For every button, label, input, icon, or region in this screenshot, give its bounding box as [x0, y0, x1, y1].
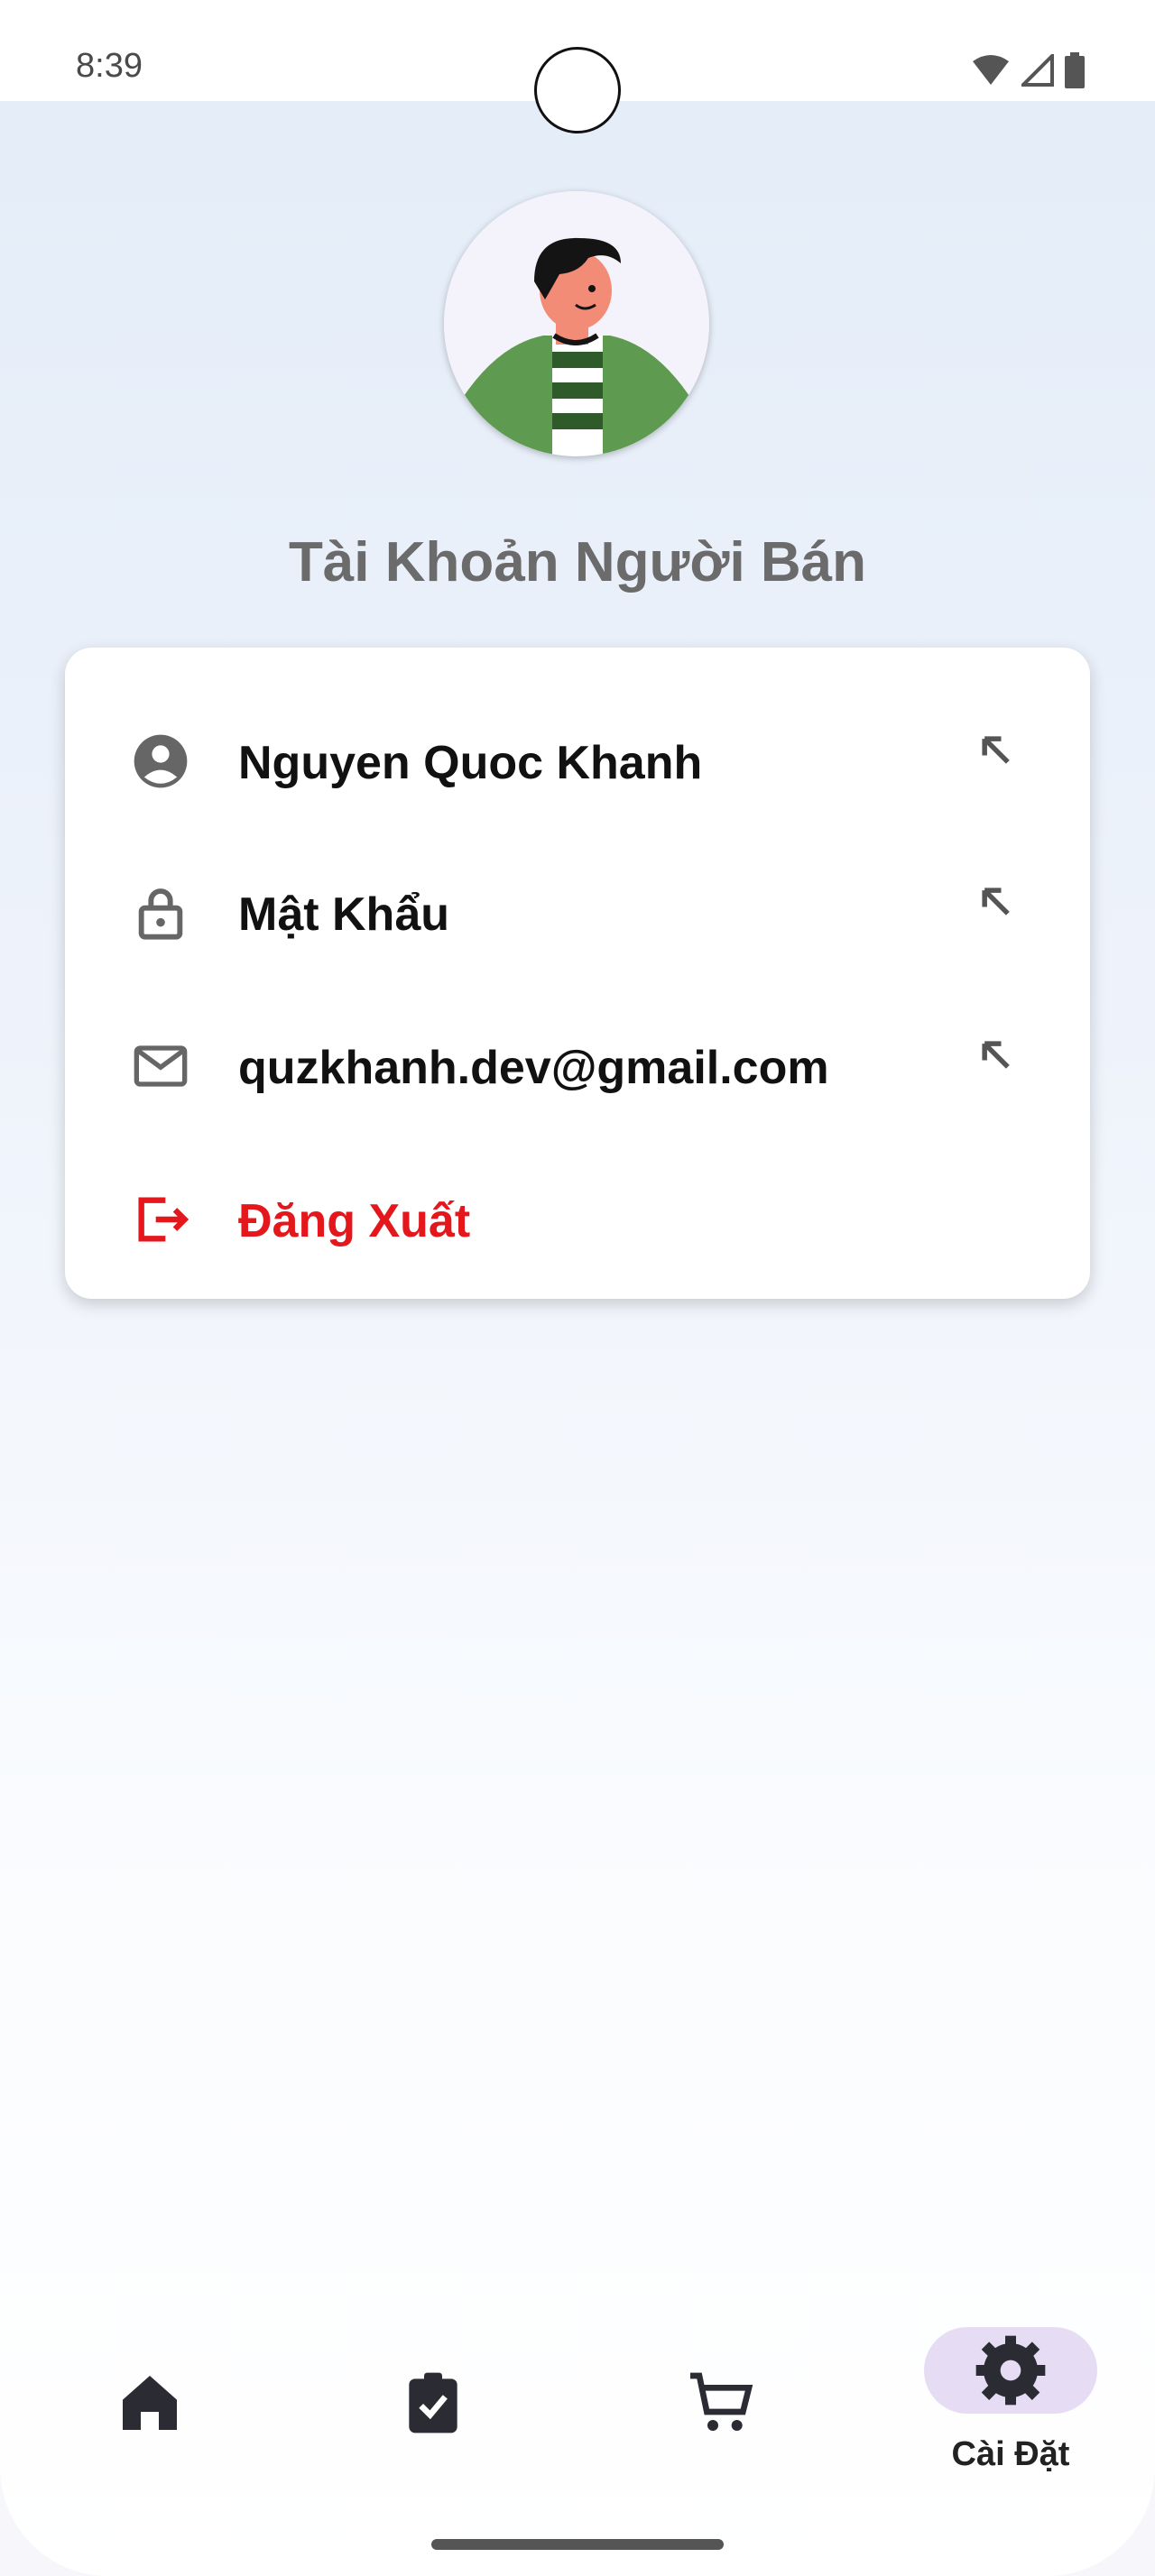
account-circle-icon — [134, 734, 188, 788]
wifi-icon — [973, 55, 1009, 85]
logout-icon — [138, 1197, 189, 1242]
home-indicator[interactable] — [431, 2539, 724, 2550]
gear-icon[interactable] — [975, 2334, 1047, 2406]
logout-label: Đăng Xuất — [238, 1195, 471, 1247]
logout-button[interactable]: Đăng Xuất — [65, 1155, 1090, 1281]
screen-background: 8:39 Tài Khoản Người Bán Nguyen Quoc Kha… — [0, 0, 1155, 2576]
bottom-navigation: Cài Đặt — [0, 2291, 1155, 2507]
cart-icon[interactable] — [686, 2367, 758, 2439]
status-icons — [971, 52, 1085, 88]
camera-cutout — [534, 47, 621, 133]
lock-icon — [138, 888, 183, 940]
status-bar: 8:39 — [0, 0, 1155, 133]
clipboard-check-icon[interactable] — [397, 2367, 469, 2439]
account-menu-card: Nguyen Quoc Khanh Mật Khẩu quzkhanh.dev@… — [65, 648, 1090, 1299]
arrow-up-left-icon[interactable] — [976, 1035, 1016, 1075]
home-icon[interactable] — [114, 2367, 186, 2439]
avatar-illustration — [444, 191, 709, 456]
signal-icon — [1021, 54, 1054, 87]
menu-item-email[interactable]: quzkhanh.dev@gmail.com — [65, 1001, 1090, 1127]
avatar[interactable] — [444, 191, 709, 456]
page-title: Tài Khoản Người Bán — [288, 531, 867, 593]
nav-label-settings: Cài Đặt — [951, 2435, 1070, 2473]
menu-item-label: quzkhanh.dev@gmail.com — [238, 1042, 829, 1094]
menu-item-password[interactable]: Mật Khẩu — [65, 848, 1090, 974]
arrow-up-left-icon[interactable] — [976, 731, 1016, 770]
menu-item-name[interactable]: Nguyen Quoc Khanh — [65, 696, 1090, 823]
status-time: 8:39 — [76, 47, 143, 85]
mail-icon — [134, 1045, 188, 1087]
menu-item-label: Nguyen Quoc Khanh — [238, 737, 703, 789]
menu-item-label: Mật Khẩu — [238, 888, 449, 941]
arrow-up-left-icon[interactable] — [976, 882, 1016, 922]
battery-icon — [1065, 52, 1085, 88]
